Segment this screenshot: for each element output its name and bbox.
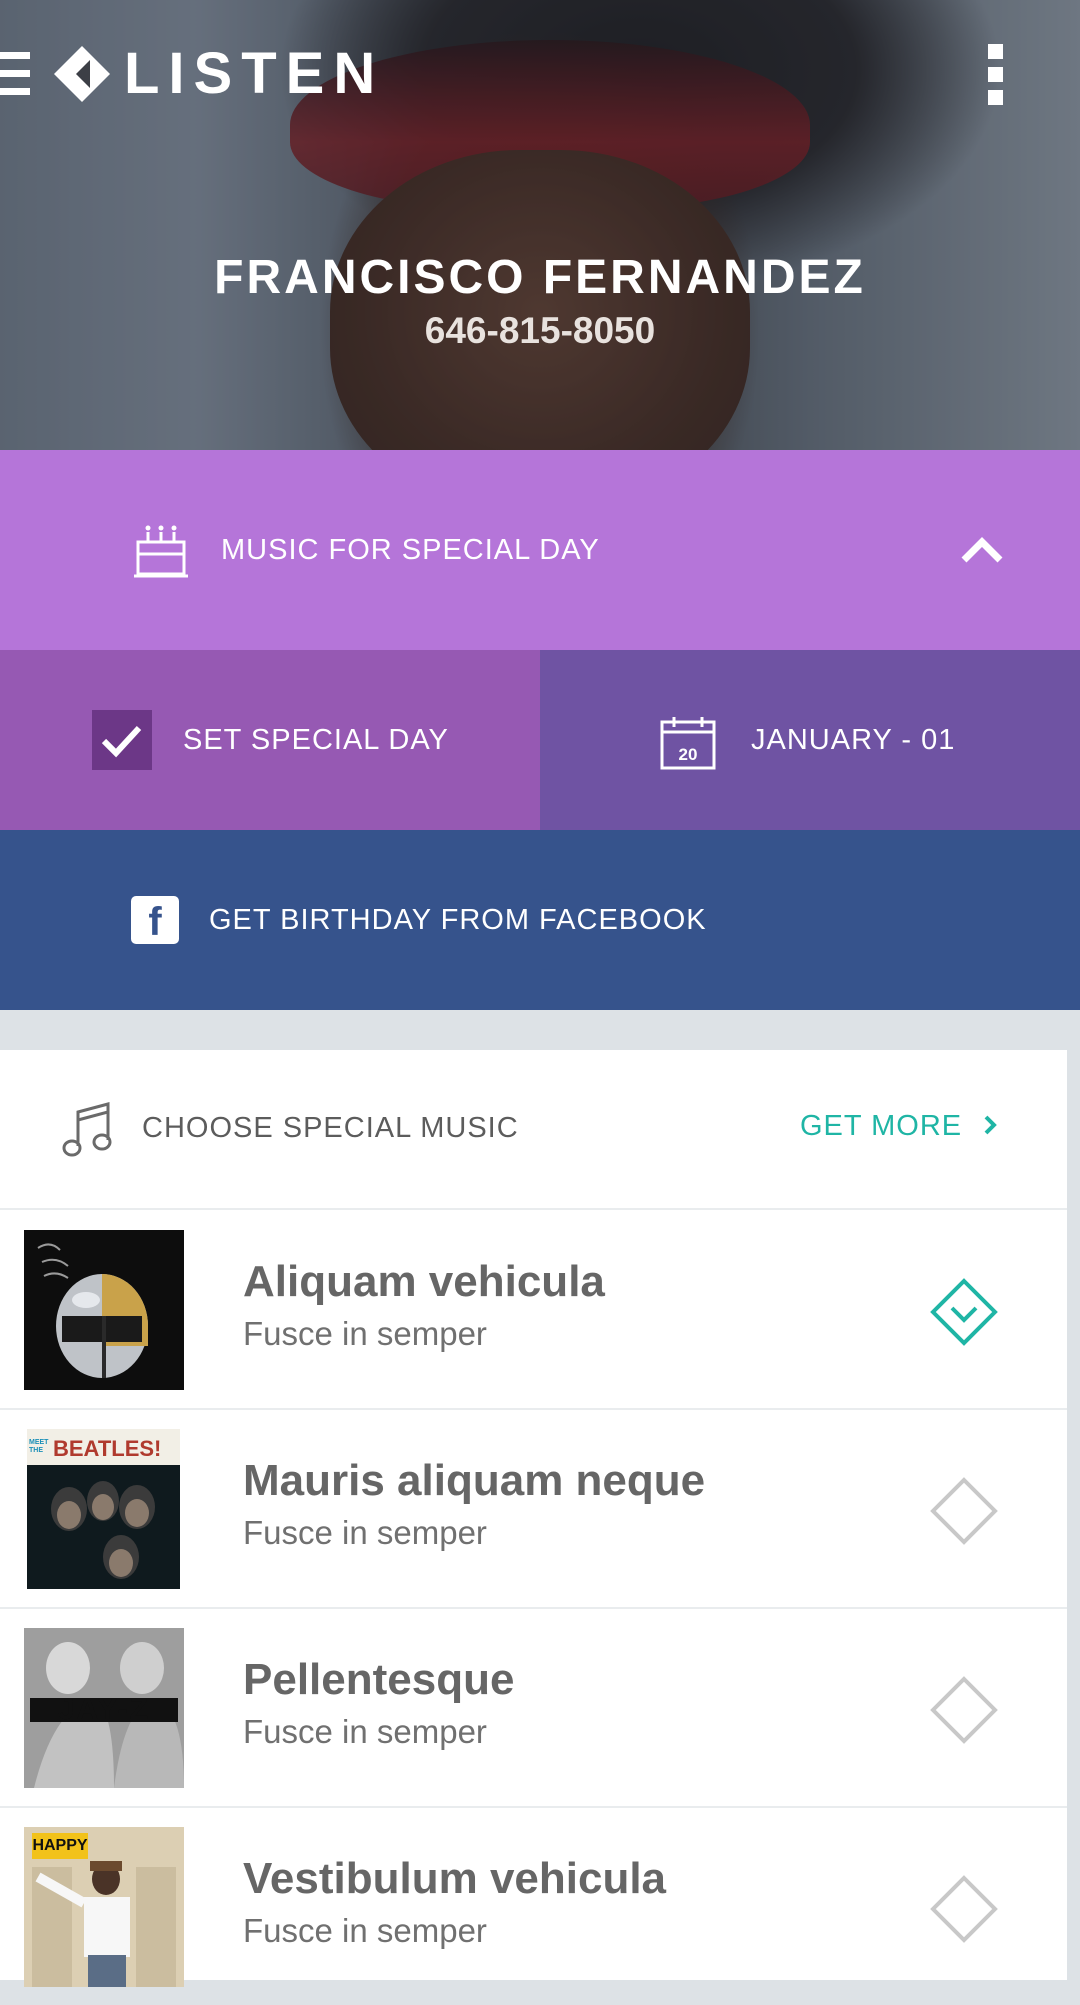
album-art-4-caption: HAPPY [32, 1837, 88, 1854]
diamond-select-icon[interactable] [930, 1278, 998, 1346]
more-vertical-icon[interactable] [988, 44, 1004, 106]
profile-hero: LISTEN FRANCISCO FERNANDEZ 646-815-8050 [0, 0, 1080, 450]
track-title: Aliquam vehicula [243, 1257, 605, 1306]
logo-mark-icon [54, 46, 110, 102]
track-subtitle: Fusce in semper [243, 1713, 487, 1750]
track-subtitle: Fusce in semper [243, 1912, 487, 1949]
profile-phone: 646-815-8050 [424, 310, 656, 351]
diamond-select-icon[interactable] [930, 1477, 998, 1545]
chevron-right-icon [984, 1115, 998, 1135]
facebook-icon: f [131, 896, 179, 944]
track-row[interactable]: Aliquam vehicula Fusce in semper [0, 1210, 1067, 1410]
diamond-select-icon[interactable] [930, 1676, 998, 1744]
track-title: Vestibulum vehicula [243, 1854, 667, 1903]
album-art-1 [24, 1230, 184, 1390]
get-more-label: GET MORE [800, 1110, 963, 1142]
album-art-4: HAPPY [24, 1827, 184, 1987]
get-more-link[interactable]: GET MORE [800, 1108, 998, 1144]
album-art-3-caption: JAY-Z [57, 1693, 151, 1726]
track-row[interactable]: MEET THE BEATLES! Mauris aliquam neque F… [0, 1409, 1067, 1609]
chevron-up-icon[interactable] [960, 536, 1004, 564]
app-logo-text: LISTEN [124, 41, 385, 106]
choose-music-label: CHOOSE SPECIAL MUSIC [142, 1112, 519, 1144]
choose-music-header: CHOOSE SPECIAL MUSIC GET MORE [0, 1050, 1067, 1210]
special-day-date-button[interactable]: 20 JANUARY - 01 [540, 650, 1080, 830]
track-title: Pellentesque [243, 1655, 515, 1704]
cake-icon [134, 525, 188, 578]
menu-icon[interactable] [0, 52, 30, 96]
special-music-card: CHOOSE SPECIAL MUSIC GET MORE Aliquam ve… [0, 1050, 1067, 1987]
calendar-icon: 20 [660, 717, 716, 770]
set-special-day-label: SET SPECIAL DAY [183, 724, 449, 756]
facebook-birthday-label: GET BIRTHDAY FROM FACEBOOK [209, 904, 707, 936]
special-day-header[interactable]: MUSIC FOR SPECIAL DAY [0, 450, 1080, 650]
track-subtitle: Fusce in semper [243, 1315, 487, 1352]
special-day-date-value: JANUARY - 01 [751, 724, 956, 756]
profile-name: FRANCISCO FERNANDEZ [214, 251, 866, 304]
track-title: Mauris aliquam neque [243, 1456, 706, 1505]
album-art-3: JAY-Z [24, 1628, 184, 1788]
track-row[interactable]: JAY-Z Pellentesque Fusce in semper [0, 1608, 1067, 1808]
facebook-birthday-button[interactable]: f GET BIRTHDAY FROM FACEBOOK [0, 830, 1080, 1010]
check-icon [101, 725, 142, 758]
album-art-2: MEET THE BEATLES! [27, 1429, 180, 1589]
track-row[interactable]: HAPPY Vestibulum vehicula Fusce in sempe… [0, 1807, 1067, 2005]
track-subtitle: Fusce in semper [243, 1514, 487, 1551]
special-day-checkbox[interactable] [92, 710, 152, 770]
set-special-day-toggle[interactable]: SET SPECIAL DAY [0, 650, 540, 830]
calendar-day-number: 20 [679, 745, 698, 764]
diamond-select-icon[interactable] [930, 1875, 998, 1943]
special-day-title: MUSIC FOR SPECIAL DAY [221, 534, 600, 566]
app-bar: LISTEN [0, 0, 1080, 150]
facebook-glyph: f [148, 900, 162, 944]
music-note-icon [62, 1102, 112, 1157]
